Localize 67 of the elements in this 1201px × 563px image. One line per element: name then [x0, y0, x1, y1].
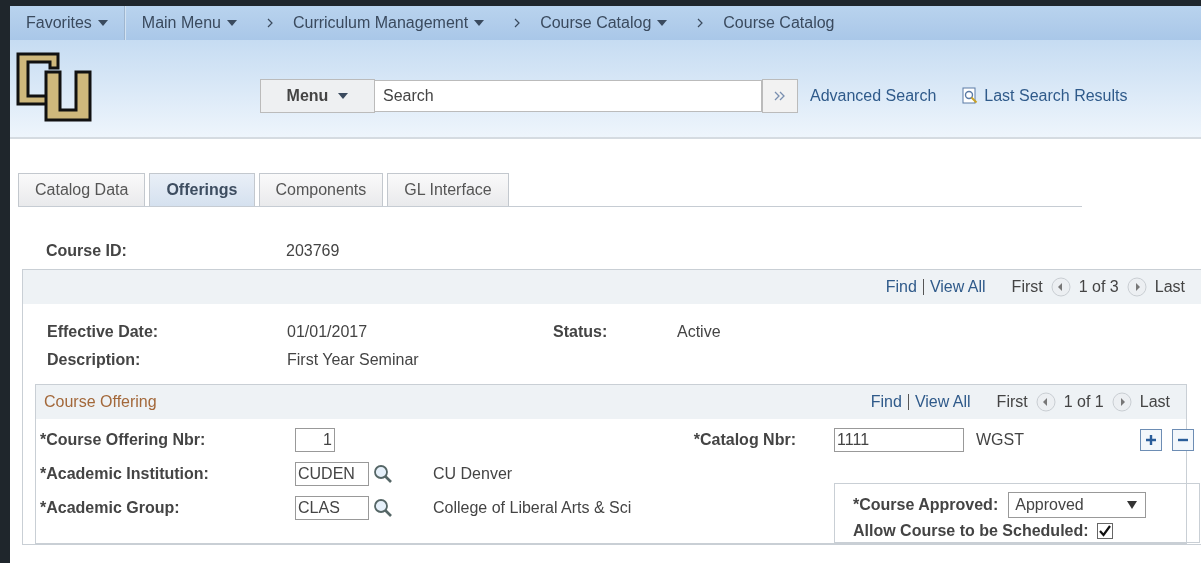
field-value: 203769	[286, 242, 340, 260]
field-label: *Catalog Nbr:	[692, 431, 796, 449]
previous-icon[interactable]	[1050, 277, 1071, 297]
field-value: WGST	[976, 431, 1024, 449]
breadcrumb[interactable]: Course Catalog	[707, 14, 851, 32]
search-icon[interactable]	[373, 498, 393, 518]
previous-icon[interactable]	[1035, 392, 1056, 412]
field-value: 01/01/2017	[287, 323, 369, 341]
last-label: Last	[1154, 278, 1185, 296]
delete-row-button[interactable]	[1172, 429, 1194, 451]
input-field[interactable]: CUDEN	[295, 462, 369, 486]
caret-icon	[1127, 501, 1138, 509]
field-label: Description:	[47, 351, 142, 369]
field-label: *Academic Group:	[40, 499, 181, 517]
schedule-checkbox[interactable]	[1096, 523, 1113, 539]
next-icon[interactable]	[1111, 392, 1132, 412]
add-row-button[interactable]	[1140, 429, 1162, 451]
view-all-link[interactable]: View All	[929, 278, 986, 296]
field-label: *Course Approved:	[853, 496, 999, 514]
nav-menu[interactable]: Main Menu	[125, 14, 253, 32]
field-value: Active	[677, 323, 721, 341]
section-title: Course Offering	[44, 393, 157, 411]
input-field[interactable]: CLAS	[295, 496, 369, 520]
field-label: Allow Course to be Scheduled:	[853, 522, 1089, 540]
field-value: First Year Seminar	[287, 351, 419, 369]
caret-icon	[657, 20, 668, 26]
tab[interactable]: Components	[258, 173, 384, 206]
search-field[interactable]: Search	[375, 79, 762, 112]
first-label: First	[996, 393, 1028, 411]
page-count: 1 of 1	[1063, 393, 1104, 411]
input-field[interactable]: 1	[295, 428, 335, 452]
header-link[interactable]: Last Search Results	[962, 86, 1128, 105]
field-label: Course ID:	[46, 242, 128, 260]
input-field[interactable]: 1111	[834, 428, 964, 452]
search-results-icon	[962, 86, 979, 105]
caret-icon	[97, 20, 108, 26]
double-chevron-icon	[774, 90, 786, 101]
nav-menu[interactable]: Favorites	[10, 14, 124, 32]
menu-button[interactable]: Menu	[260, 78, 375, 113]
tab[interactable]: GL Interface	[387, 173, 509, 206]
search-icon[interactable]	[373, 464, 393, 484]
field-label: Effective Date:	[47, 323, 160, 341]
find-link[interactable]: Find	[870, 393, 902, 411]
breadcrumb[interactable]: Curriculum Management	[276, 14, 501, 32]
page-count: 1 of 3	[1078, 278, 1119, 296]
breadcrumb[interactable]: Course Catalog	[524, 14, 684, 32]
caret-icon	[226, 20, 237, 26]
first-label: First	[1011, 278, 1043, 296]
view-all-link[interactable]: View All	[914, 393, 971, 411]
approval-dropdown[interactable]: Approved	[1008, 492, 1147, 518]
field-value: CU Denver	[433, 465, 513, 483]
chevron-icon	[697, 18, 704, 28]
header-link[interactable]: Advanced Search	[810, 86, 937, 105]
next-icon[interactable]	[1126, 277, 1147, 297]
field-label: *Course Offering Nbr:	[40, 431, 207, 449]
plus-icon	[1145, 434, 1157, 446]
last-label: Last	[1139, 393, 1170, 411]
tab[interactable]: Offerings	[149, 173, 255, 206]
field-value: College of Liberal Arts & Sci	[433, 499, 632, 517]
tab[interactable]: Catalog Data	[18, 173, 146, 206]
chevron-icon	[514, 18, 521, 28]
field-label: Status:	[553, 323, 609, 341]
chevron-icon	[266, 18, 273, 28]
caret-icon	[474, 20, 485, 26]
field-label: *Academic Institution:	[40, 465, 210, 483]
find-link[interactable]: Find	[885, 278, 917, 296]
caret-icon	[338, 92, 349, 99]
